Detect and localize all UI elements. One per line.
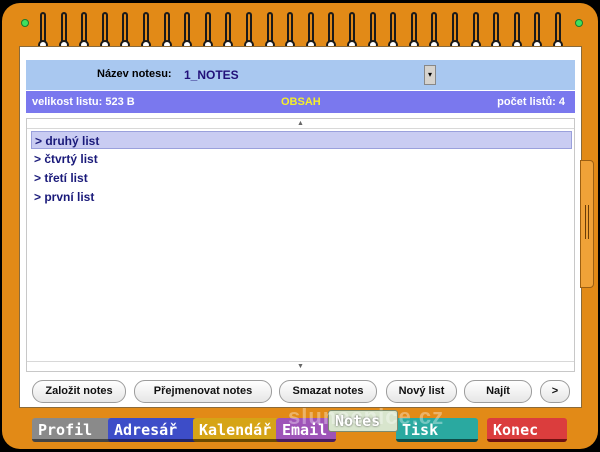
find-button[interactable]: Najít <box>464 380 532 403</box>
info-bar: velikost listu: 523 B OBSAH počet listů:… <box>26 91 575 113</box>
tab-adresar[interactable]: Adresář <box>108 418 198 442</box>
chevron-down-icon[interactable]: ▾ <box>424 65 436 85</box>
new-sheet-button[interactable]: Nový list <box>386 380 457 403</box>
tab-konec[interactable]: Konec <box>487 418 567 442</box>
contents-title: OBSAH <box>281 96 321 108</box>
notebook-name-bar: Název notesu: 1_NOTES ▾ <box>26 60 575 90</box>
list-item[interactable]: > druhý list <box>31 131 572 149</box>
tab-profil[interactable]: Profil <box>32 418 116 442</box>
list-item[interactable]: > třetí list <box>31 169 572 187</box>
sheet-list: ▲ > druhý list > čtvrtý list > třetí lis… <box>26 118 575 372</box>
scroll-down-arrow-icon[interactable]: ▼ <box>27 361 574 371</box>
list-item[interactable]: > první list <box>31 188 572 206</box>
scroll-up-arrow-icon[interactable]: ▲ <box>27 119 574 129</box>
side-resize-handle[interactable] <box>580 160 594 288</box>
next-button[interactable]: > <box>540 380 570 403</box>
watermark: slunecnice.cz <box>288 404 445 429</box>
create-notebook-button[interactable]: Založit notes <box>32 380 126 403</box>
tab-kalendar[interactable]: Kalendář <box>193 418 283 442</box>
notebook-name-label: Název notesu: <box>97 68 172 80</box>
delete-notebook-button[interactable]: Smazat notes <box>279 380 377 403</box>
sheet-size-text: velikost listu: 523 B <box>32 96 135 108</box>
grip-icon <box>585 205 589 239</box>
list-item[interactable]: > čtvrtý list <box>31 150 572 168</box>
rename-notebook-button[interactable]: Přejmenovat notes <box>134 380 272 403</box>
sheet-count-text: počet listů: 4 <box>497 96 565 108</box>
notebook-name-value[interactable]: 1_NOTES <box>184 68 239 82</box>
status-led-left <box>21 19 29 27</box>
